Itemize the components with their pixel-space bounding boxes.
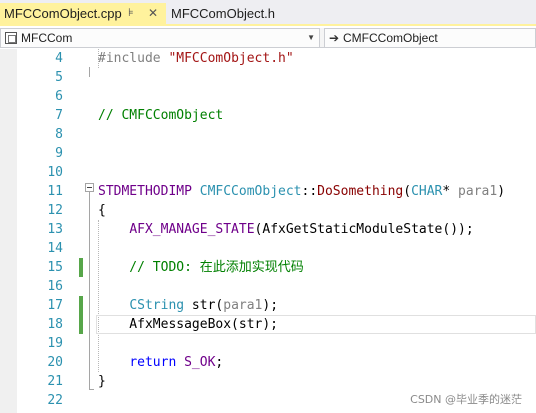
document-tab-strip: MFCComObject.cpp ⊧ ✕ MFCComObject.h xyxy=(0,0,536,26)
outline-line xyxy=(89,67,90,77)
change-indicator xyxy=(79,296,83,334)
code-line[interactable]: { xyxy=(98,201,505,220)
line-number: 12 xyxy=(47,203,63,218)
code-line[interactable] xyxy=(98,87,505,106)
indicator-margin[interactable] xyxy=(0,49,17,413)
line-number: 21 xyxy=(47,374,63,389)
code-line[interactable]: CString str(para1); xyxy=(98,296,505,315)
chevron-down-icon[interactable]: ▼ xyxy=(307,29,315,47)
line-number: 15 xyxy=(47,260,63,275)
line-number: 22 xyxy=(47,393,63,408)
code-line[interactable] xyxy=(98,277,505,296)
code-line[interactable] xyxy=(98,239,505,258)
line-number: 8 xyxy=(55,127,63,142)
code-line[interactable] xyxy=(98,163,505,182)
line-number: 18 xyxy=(47,317,63,332)
code-token: // TODO: 在此添加实现代码 xyxy=(98,260,304,275)
navigation-bar: MFCCom ▼ ➔ CMFCComObject xyxy=(0,28,536,48)
code-token: } xyxy=(98,374,106,389)
code-line[interactable] xyxy=(98,68,505,87)
member-scope-dropdown[interactable]: ➔ CMFCComObject xyxy=(324,28,536,48)
code-token: S_OK xyxy=(184,355,216,370)
line-number: 20 xyxy=(47,355,63,370)
code-line[interactable]: // TODO: 在此添加实现代码 xyxy=(98,258,505,277)
line-number: 17 xyxy=(47,298,63,313)
tab-label: MFCComObject.h xyxy=(171,6,276,21)
code-line[interactable]: STDMETHODIMP CMFCComObject::DoSomething(… xyxy=(98,182,505,201)
change-indicator xyxy=(79,258,83,277)
code-text-area[interactable]: #include "MFCComObject.h" // CMFCComObjec… xyxy=(98,49,505,410)
code-token: CString xyxy=(129,298,185,313)
code-line[interactable]: AFX_MANAGE_STATE(AfxGetStaticModuleState… xyxy=(98,220,505,239)
code-token: ); xyxy=(262,298,279,313)
outline-end-tick xyxy=(89,389,94,390)
code-token: (AfxGetStaticModuleState()); xyxy=(254,222,474,237)
code-line[interactable]: AfxMessageBox(str); xyxy=(98,315,505,334)
code-token: STDMETHODIMP xyxy=(98,184,192,199)
line-number: 16 xyxy=(47,279,63,294)
code-token: para1 xyxy=(458,184,498,199)
line-number: 13 xyxy=(47,222,63,237)
code-token: AFX_MANAGE_STATE xyxy=(129,222,255,237)
line-number: 10 xyxy=(47,165,63,180)
code-token: DoSomething xyxy=(317,184,404,199)
code-editor[interactable]: 4 5 6 7 8 9 10 11 12 13 14 15 16 17 18 19 20 21 22 #includ… xyxy=(0,49,536,413)
watermark: CSDN @毕业季的迷茫 xyxy=(410,393,522,406)
outline-line xyxy=(89,191,90,390)
line-number: 19 xyxy=(47,336,63,351)
code-line[interactable]: } xyxy=(98,372,505,391)
line-number: 5 xyxy=(55,70,63,85)
line-number: 14 xyxy=(47,241,63,256)
code-token: CHAR xyxy=(411,184,443,199)
line-number: 4 xyxy=(55,51,63,66)
code-token: para1 xyxy=(223,298,263,313)
member-scope-label: CMFCComObject xyxy=(343,31,438,45)
line-number: 7 xyxy=(55,108,63,123)
code-token: CMFCComObject xyxy=(199,184,302,199)
line-number: 11 xyxy=(47,184,63,199)
line-number: 6 xyxy=(55,89,63,104)
code-line[interactable]: #include "MFCComObject.h" xyxy=(98,49,505,68)
code-line[interactable]: return S_OK; xyxy=(98,353,505,372)
pin-icon[interactable]: ⊧ xyxy=(128,3,134,24)
code-token: return xyxy=(129,355,177,370)
close-icon[interactable]: ✕ xyxy=(148,3,158,24)
code-token: :: xyxy=(301,184,318,199)
class-scope-dropdown[interactable]: MFCCom ▼ xyxy=(0,28,320,48)
code-token: str( xyxy=(184,298,224,313)
tab-mfccomobject-h[interactable]: MFCComObject.h xyxy=(166,3,320,24)
code-token: // CMFCComObject xyxy=(98,108,224,123)
code-token: * xyxy=(442,184,459,199)
code-line[interactable] xyxy=(98,125,505,144)
line-number: 9 xyxy=(55,146,63,161)
tab-label: MFCComObject.cpp xyxy=(4,6,122,21)
code-token: "MFCComObject.h" xyxy=(168,51,294,66)
code-token: ) xyxy=(497,184,506,199)
code-line[interactable] xyxy=(98,144,505,163)
code-line[interactable]: // CMFCComObject xyxy=(98,106,505,125)
code-token: ; xyxy=(215,355,224,370)
class-scope-label: MFCCom xyxy=(21,31,73,45)
tab-mfccomobject-cpp[interactable]: MFCComObject.cpp ⊧ ✕ xyxy=(0,3,166,24)
code-line[interactable] xyxy=(98,334,505,353)
code-token: { xyxy=(98,203,106,218)
code-token: AfxMessageBox(str); xyxy=(98,317,279,332)
class-icon xyxy=(5,32,17,44)
code-token: #include xyxy=(98,51,169,66)
line-number-gutter: 4 5 6 7 8 9 10 11 12 13 14 15 16 17 18 19 20 21 22 xyxy=(17,49,63,410)
arrow-right-icon: ➔ xyxy=(329,31,340,45)
code-token: ( xyxy=(403,184,412,199)
